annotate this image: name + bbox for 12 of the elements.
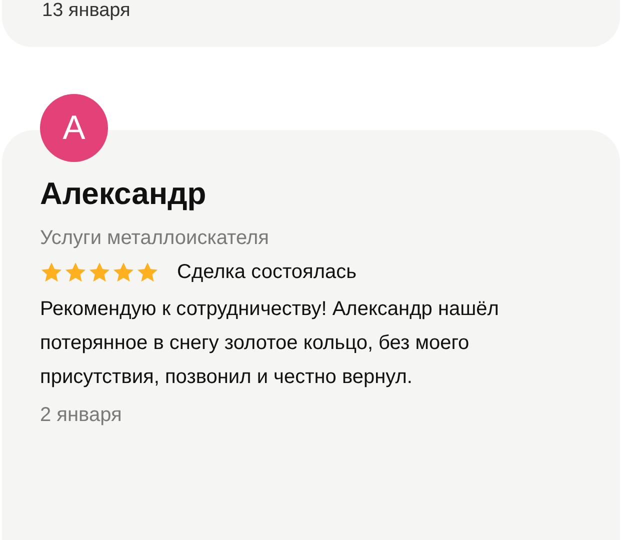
review-text: Рекомендую к сотрудничеству! Александр нашёл потерянное в снегу золотое кольцо, без моего присутствия, позвонил и честно вернул. (40, 297, 500, 390)
star-icon (136, 260, 159, 284)
star-icon (64, 260, 87, 284)
star-icon (88, 260, 111, 284)
author-name: Александр (40, 175, 208, 213)
star-icon (40, 260, 63, 284)
deal-status: Сделка состоялась (177, 260, 357, 285)
star-icon (112, 260, 135, 284)
avatar: А (40, 94, 108, 162)
review-date: 13 января (42, 0, 130, 22)
review-date: 2 января (40, 404, 123, 427)
service-name: Услуги металлоискателя (40, 226, 270, 251)
